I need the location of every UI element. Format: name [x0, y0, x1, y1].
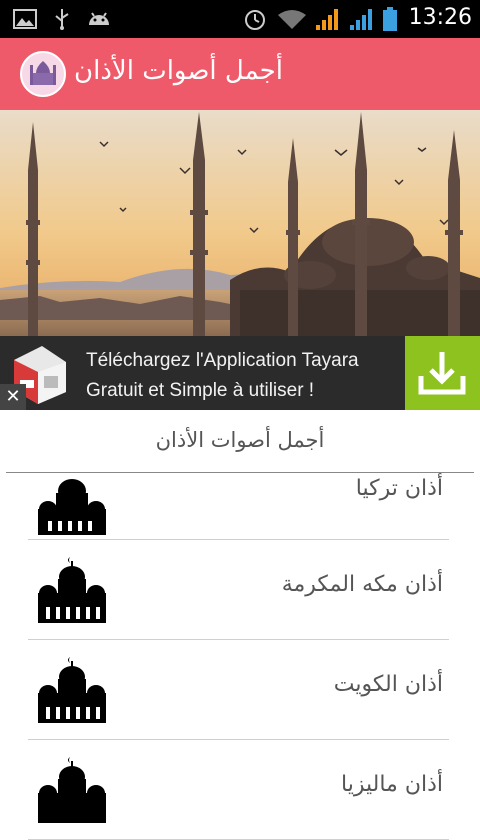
banner-image: [0, 110, 480, 336]
battery-icon: [383, 7, 397, 31]
app-title: أجمل أصوات الأذان: [74, 56, 283, 86]
download-icon: [418, 352, 466, 395]
ad-line-1: Téléchargez l'Application Tayara: [86, 350, 359, 371]
ad-close-button[interactable]: ✕: [0, 384, 26, 410]
usb-icon: [55, 9, 69, 30]
ad-line-2: Gratuit et Simple à utiliser !: [86, 380, 315, 401]
list-item-kuwait[interactable]: أذان الكويت: [28, 640, 449, 740]
list-item-label: أذان ماليزيا: [341, 772, 443, 797]
image-icon: [13, 9, 37, 29]
app-logo-icon[interactable]: [20, 51, 66, 97]
ad-download-button[interactable]: [405, 336, 480, 410]
list-item-turkey[interactable]: أذان تركيا: [28, 440, 449, 540]
list-item-label: أذان الكويت: [333, 672, 443, 697]
mosque-icon: [38, 557, 106, 623]
ad-text: Téléchargez l'Application Tayara Gratuit…: [86, 346, 359, 406]
list-item-label: أذان تركيا: [355, 476, 443, 501]
mosque-icon: [38, 657, 106, 723]
signal-icon: [350, 9, 372, 30]
signal-icon: [316, 9, 338, 30]
status-time: 13:26: [408, 5, 472, 30]
app-bar: أجمل أصوات الأذان: [0, 38, 480, 110]
list-item-makkah[interactable]: أذان مكه المكرمة: [28, 540, 449, 640]
wifi-icon: [278, 10, 306, 29]
list-item-label: أذان مكه المكرمة: [281, 572, 443, 597]
mosque-icon: [38, 757, 106, 823]
android-icon: [89, 12, 109, 25]
list-item-malaysia[interactable]: أذان ماليزيا: [28, 740, 449, 840]
alarm-icon: [245, 10, 265, 30]
mosque-icon: [38, 479, 106, 535]
status-bar: 13:26: [0, 0, 480, 38]
